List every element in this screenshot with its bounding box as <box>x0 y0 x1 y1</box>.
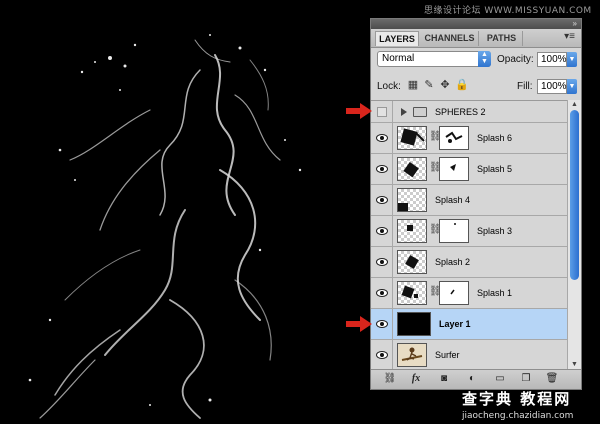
layer-mask-thumbnail[interactable] <box>439 281 469 305</box>
visibility-cell[interactable] <box>371 340 393 370</box>
eye-icon[interactable] <box>376 320 388 328</box>
lock-position-icon[interactable]: ✥ <box>439 79 451 91</box>
red-arrow-spheres <box>346 103 372 119</box>
hidden-visibility-box[interactable] <box>377 107 387 117</box>
layer-name: Splash 3 <box>477 226 513 236</box>
panel-menu-icon[interactable]: ▾≡ <box>564 31 575 42</box>
opacity-dropdown-icon[interactable]: ▼ <box>567 52 577 67</box>
tab-layers[interactable]: LAYERS <box>375 31 419 46</box>
red-arrow-layer-1 <box>346 316 372 332</box>
visibility-cell[interactable] <box>371 154 393 184</box>
link-icon[interactable]: ⛓ <box>383 373 397 385</box>
layer-row-splash-5[interactable]: ⛓ Splash 5 <box>371 154 567 185</box>
watermark-top: 思缘设计论坛 WWW.MISSYUAN.COM <box>424 6 592 16</box>
fill-label: Fill: <box>517 81 533 92</box>
eye-icon[interactable] <box>376 351 388 359</box>
watermark-bottom: 查字典 教程网 jiaocheng.chazidian.com <box>462 388 598 422</box>
select-arrows-icon: ▲ ▼ <box>478 51 491 67</box>
layer-row-splash-2[interactable]: Splash 2 <box>371 247 567 278</box>
lock-label: Lock: <box>377 81 401 92</box>
mask-icon[interactable]: ◙ <box>437 373 451 385</box>
layer-row-splash-6[interactable]: ⛓ Splash 6 <box>371 123 567 154</box>
layer-name: SPHERES 2 <box>435 107 486 117</box>
layer-thumbnail <box>397 219 427 243</box>
blend-opacity-row: Normal ▲ ▼ Opacity: 100% ▼ <box>371 48 581 72</box>
layer-row-splash-1[interactable]: ⛓ Splash 1 <box>371 278 567 309</box>
layer-thumbnail <box>397 281 427 305</box>
layer-name: Splash 2 <box>435 257 471 267</box>
layers-scrollbar[interactable]: ▲ ▼ <box>567 100 581 370</box>
layer-thumbnail <box>397 188 427 212</box>
layer-row-layer-1[interactable]: Layer 1 <box>371 309 567 340</box>
eye-icon[interactable] <box>376 134 388 142</box>
visibility-cell[interactable] <box>371 216 393 246</box>
layer-name: Splash 1 <box>477 288 513 298</box>
layer-name: Splash 5 <box>477 164 513 174</box>
tab-channels[interactable]: CHANNELS <box>421 31 479 46</box>
layer-mask-thumbnail[interactable] <box>439 126 469 150</box>
layer-row-spheres-2[interactable]: SPHERES 2 <box>371 101 567 123</box>
layer-thumbnail <box>397 250 427 274</box>
visibility-cell[interactable] <box>371 101 393 122</box>
lock-transparency-icon[interactable]: ▦ <box>407 79 419 91</box>
layer-mask-thumbnail[interactable] <box>439 157 469 181</box>
lock-all-icon[interactable]: 🔒 <box>455 79 469 91</box>
expand-triangle-icon[interactable] <box>401 108 407 116</box>
panel-titlebar[interactable]: » <box>371 19 581 29</box>
folder-icon[interactable]: ▭ <box>493 373 507 385</box>
layer-thumbnail <box>397 157 427 181</box>
opacity-label: Opacity: <box>497 54 534 65</box>
layer-thumbnail <box>397 126 427 150</box>
eye-icon[interactable] <box>376 289 388 297</box>
eye-icon[interactable] <box>376 196 388 204</box>
layer-mask-thumbnail[interactable] <box>439 219 469 243</box>
fill-dropdown-icon[interactable]: ▼ <box>567 79 577 94</box>
scroll-up-icon[interactable]: ▲ <box>568 100 581 110</box>
adjustment-icon[interactable]: ◐ <box>465 373 479 385</box>
scroll-thumb[interactable] <box>570 110 579 280</box>
visibility-cell[interactable] <box>371 123 393 153</box>
layer-thumbnail <box>397 312 431 336</box>
lock-image-icon[interactable]: ✎ <box>423 79 435 91</box>
group-folder-icon <box>413 107 427 117</box>
layer-name: Layer 1 <box>439 319 471 329</box>
blend-mode-value: Normal <box>382 53 415 64</box>
eye-icon[interactable] <box>376 227 388 235</box>
layers-list: SPHERES 2 ⛓ Splash 6 ⛓ Splash 5 Splash 4… <box>371 100 567 371</box>
eye-icon[interactable] <box>376 165 388 173</box>
panel-tabbar: LAYERS CHANNELS PATHS ▾≡ <box>371 29 581 48</box>
layer-name: Splash 4 <box>435 195 471 205</box>
fill-field[interactable]: 100% <box>537 79 567 94</box>
lock-fill-row: Lock: ▦ ✎ ✥ 🔒 Fill: 100% ▼ <box>371 76 581 96</box>
layer-name: Surfer <box>435 350 460 360</box>
visibility-cell[interactable] <box>371 185 393 215</box>
opacity-field[interactable]: 100% <box>537 52 567 67</box>
tab-paths[interactable]: PATHS <box>481 31 523 46</box>
new-layer-icon[interactable]: ❐ <box>519 373 533 385</box>
layer-thumbnail <box>397 343 427 367</box>
layer-row-splash-4[interactable]: Splash 4 <box>371 185 567 216</box>
layers-panel: » LAYERS CHANNELS PATHS ▾≡ Normal ▲ ▼ Opa… <box>370 18 582 390</box>
layer-row-surfer[interactable]: Surfer <box>371 340 567 371</box>
fx-icon[interactable]: fx <box>409 373 423 385</box>
visibility-cell[interactable] <box>371 247 393 277</box>
blend-mode-select[interactable]: Normal ▲ ▼ <box>377 51 491 67</box>
visibility-cell[interactable] <box>371 309 393 339</box>
panel-bottom-toolbar: ⛓ fx ◙ ◐ ▭ ❐ 🗑 <box>371 369 581 389</box>
layer-name: Splash 6 <box>477 133 513 143</box>
watermark-bottom-url: jiaocheng.chazidian.com <box>462 411 574 421</box>
layer-row-splash-3[interactable]: ⛓ Splash 3 <box>371 216 567 247</box>
trash-icon[interactable]: 🗑 <box>545 373 559 385</box>
visibility-cell[interactable] <box>371 278 393 308</box>
water-splash-image <box>28 34 302 419</box>
eye-icon[interactable] <box>376 258 388 266</box>
collapse-icon[interactable]: » <box>573 19 577 29</box>
watermark-bottom-title: 查字典 教程网 <box>462 390 572 408</box>
